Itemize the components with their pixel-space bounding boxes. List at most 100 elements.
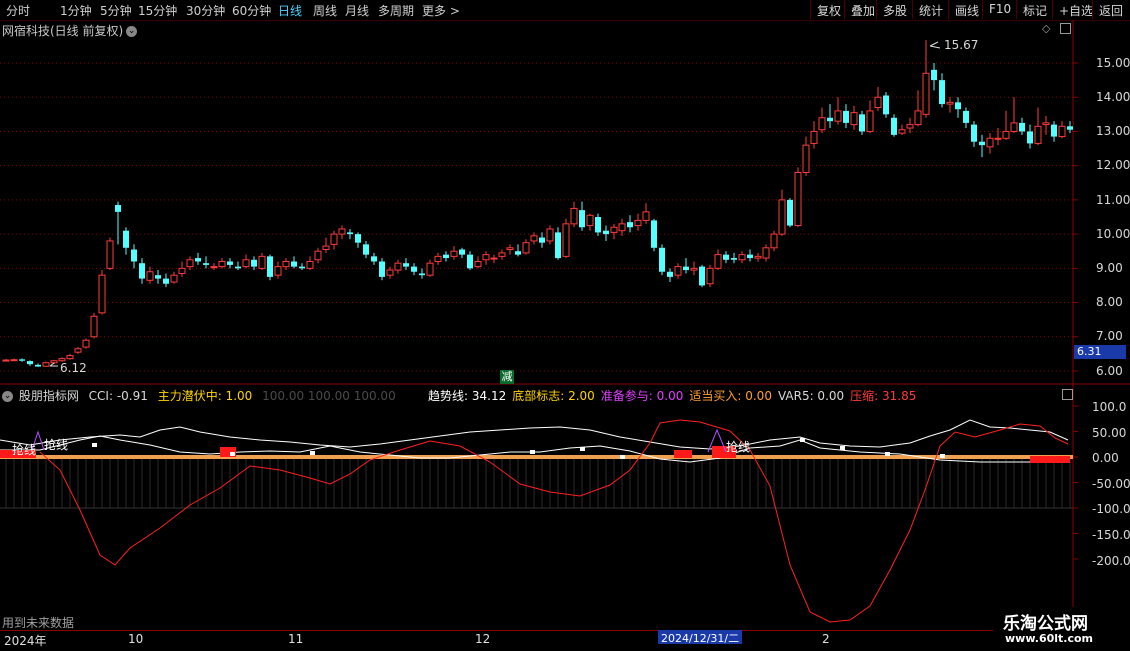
candle-body-up xyxy=(82,339,90,348)
candle-body-up xyxy=(906,124,914,129)
prepare-value: 准备参与: 0.00 xyxy=(600,389,684,403)
candle-body-up xyxy=(898,129,906,134)
ghost-values: 100.00 100.00 100.00 xyxy=(262,389,396,403)
future-data-note: 用到未来数据 xyxy=(2,616,75,630)
candle-body-up xyxy=(1002,130,1010,139)
candle-body-down xyxy=(683,266,689,271)
candle-body-up xyxy=(386,269,394,276)
candle-body-down xyxy=(931,69,937,81)
var5-value: VAR5: 0.00 xyxy=(777,389,845,403)
candle-body-up xyxy=(482,254,490,261)
candle-body-up xyxy=(170,274,178,283)
date-month-10: 10 xyxy=(128,632,144,646)
candle-body-up xyxy=(770,233,778,249)
candle-body-up xyxy=(922,72,930,115)
candle-body-down xyxy=(939,80,945,105)
candle-body-up xyxy=(642,211,650,221)
candle-body-down xyxy=(115,205,121,212)
price-tick-label: 13.00 xyxy=(1096,124,1130,138)
candle-body-down xyxy=(731,258,737,260)
candle-body-down xyxy=(403,263,409,267)
candle-body-down xyxy=(843,110,849,123)
candle-body-down xyxy=(203,263,209,265)
candle-body-up xyxy=(242,259,250,268)
candle-body-up xyxy=(106,240,114,269)
candle-body-up xyxy=(818,117,826,131)
low-marker xyxy=(49,362,58,367)
candle-body-down xyxy=(1019,122,1025,132)
candle-body-down xyxy=(227,261,233,265)
candle-body-down xyxy=(891,117,897,135)
candle-body-down xyxy=(347,232,353,235)
candle-body-down xyxy=(139,263,145,279)
panel-toggle-icon[interactable] xyxy=(1062,389,1073,400)
chevron-down-icon[interactable]: ⌄ xyxy=(2,391,13,402)
date-month-2: 2 xyxy=(822,632,830,646)
candle-body-up xyxy=(42,362,50,367)
candle-body-up xyxy=(450,250,458,257)
candle-body-up xyxy=(98,274,106,314)
qiang-label-2: 抢线 xyxy=(44,438,69,452)
candle-body-down xyxy=(19,359,25,361)
white-dot xyxy=(800,438,805,442)
candle-body-up xyxy=(186,259,194,268)
date-axis: 2024年 10 11 12 2 xyxy=(0,630,1130,651)
candle-body-down xyxy=(747,254,753,259)
candle-body-down xyxy=(859,114,865,132)
candle-body-down xyxy=(699,266,705,286)
indicator-tick-label: 50.00 xyxy=(1092,426,1127,440)
indicator-tick-label: -50.00 xyxy=(1092,477,1130,491)
candle-body-up xyxy=(394,262,402,271)
candle-body-up xyxy=(274,266,282,276)
candle-body-up xyxy=(834,110,842,122)
candle-body-up xyxy=(778,199,786,235)
candle-body-down xyxy=(955,102,961,110)
candle-body-down xyxy=(539,237,545,243)
candle-body-down xyxy=(971,124,977,142)
indicator-tick-label: 0.00 xyxy=(1092,451,1119,465)
candle-body-up xyxy=(714,254,722,269)
candle-body-up xyxy=(506,247,514,251)
candle-body-up xyxy=(322,245,330,251)
squeeze-value: 压缩: 31.85 xyxy=(850,389,917,403)
indicator-tick-label: -150.0 xyxy=(1092,528,1130,542)
indicator-tick-label: 100.0 xyxy=(1092,400,1127,414)
candle-body-down xyxy=(291,261,297,267)
candle-body-up xyxy=(546,228,554,242)
price-tick-label: 14.00 xyxy=(1096,90,1130,104)
candle-body-down xyxy=(235,266,241,269)
candle-body-up xyxy=(618,223,626,232)
white-dot xyxy=(92,443,97,447)
candle-body-down xyxy=(667,271,673,277)
candle-body-down xyxy=(603,230,609,235)
white-dot xyxy=(530,450,535,454)
zhuli-value: 主力潜伏中: 1.00 xyxy=(157,389,253,403)
candle-body-up xyxy=(850,112,858,126)
candle-body-up xyxy=(530,235,538,242)
candle-body-down xyxy=(443,254,449,259)
candle-body-up xyxy=(434,255,442,262)
candle-body-down xyxy=(1051,124,1057,137)
candle-body-down xyxy=(1067,126,1073,130)
candlestick-chart[interactable] xyxy=(0,0,1130,630)
candle-body-up xyxy=(522,242,530,254)
candle-body-down xyxy=(467,254,473,269)
candle-body-up xyxy=(178,267,186,274)
indicator-tick-label: -100.0 xyxy=(1092,502,1130,516)
candle-body-up xyxy=(282,260,290,268)
candle-body-down xyxy=(363,244,369,255)
candle-body-down xyxy=(355,234,361,243)
candle-body-up xyxy=(498,252,506,257)
white-dot xyxy=(840,446,845,450)
candle-body-down xyxy=(579,210,585,228)
indicator-name[interactable]: 股朋指标网 xyxy=(19,389,79,403)
candle-body-up xyxy=(762,247,770,259)
candle-body-up xyxy=(874,96,882,108)
candle-body-up xyxy=(146,271,154,281)
candle-body-up xyxy=(314,250,322,261)
candle-body-down xyxy=(35,364,41,367)
candle-body-up xyxy=(946,101,954,105)
candle-body-down xyxy=(251,259,257,267)
candle-body-down xyxy=(627,222,633,228)
candle-body-down xyxy=(659,247,665,272)
